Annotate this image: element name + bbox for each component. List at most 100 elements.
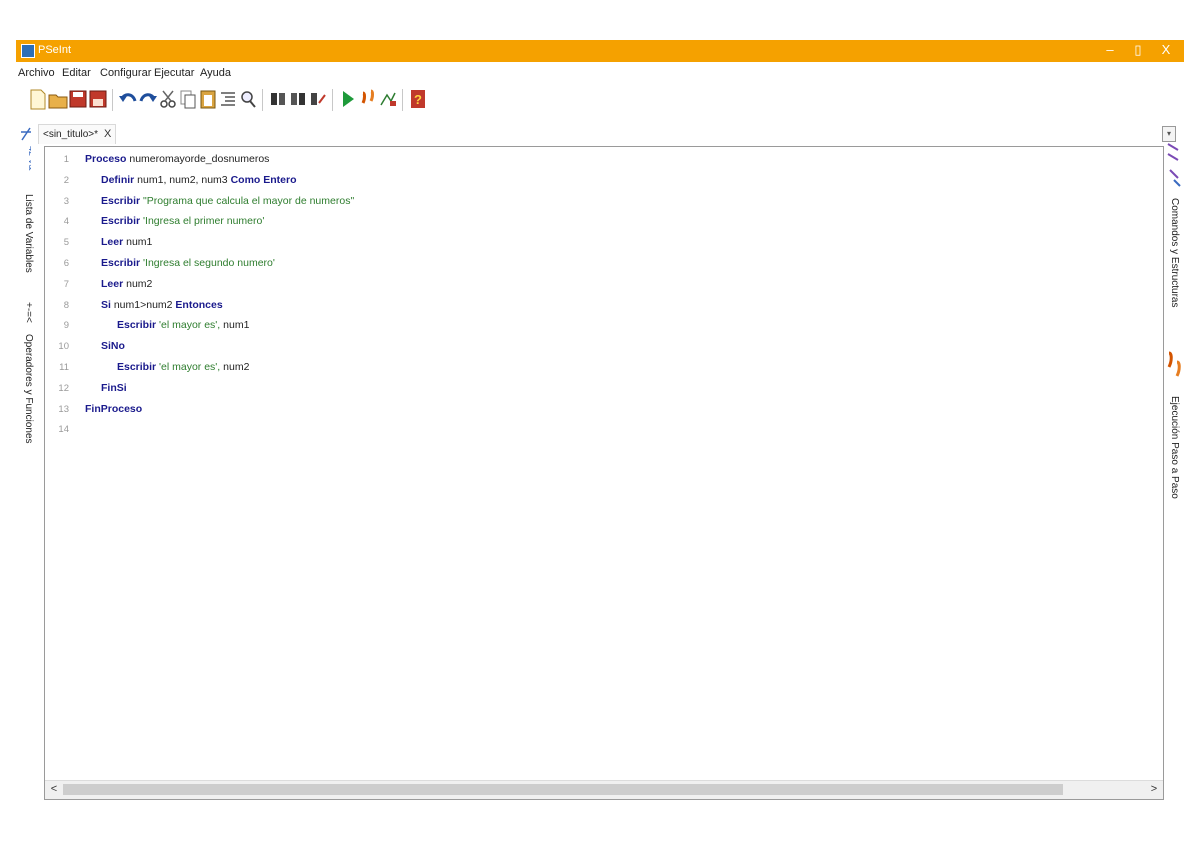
menu-ayuda[interactable]: Ayuda — [200, 67, 231, 79]
save-icon[interactable] — [68, 87, 88, 111]
copy-icon[interactable] — [178, 87, 198, 111]
maximize-button[interactable]: ▯ — [1126, 42, 1150, 58]
tab-operadores-y-funciones[interactable]: Operadores y Funciones — [23, 334, 34, 444]
paste-icon[interactable] — [198, 87, 218, 111]
replace-icon[interactable] — [308, 87, 328, 111]
save-as-icon[interactable] — [88, 87, 108, 111]
title-bar: PSeInt – ▯ X — [16, 40, 1184, 62]
identifier-token: num1>num2 — [110, 298, 176, 311]
code-line[interactable]: 8 Si num1>num2 Entonces — [45, 295, 1145, 315]
menu-ejecutar[interactable]: Ejecutar — [154, 67, 194, 79]
redo-icon[interactable] — [138, 87, 158, 111]
string-token: 'el mayor es', — [156, 319, 224, 332]
code-text: Escribir 'Ingresa el segundo numero' — [101, 257, 275, 269]
menu-archivo[interactable]: Archivo — [18, 67, 55, 79]
draw-flowchart-icon[interactable] — [378, 87, 398, 111]
code-line[interactable]: 5 Leer num1 — [45, 232, 1145, 252]
code-editor[interactable]: 1 Proceso numeromayorde_dosnumeros 2 Defini… — [44, 146, 1164, 800]
code-line[interactable]: 2 Definir num1, num2, num3 Como Entero — [45, 170, 1145, 190]
code-text: Leer num2 — [101, 278, 152, 290]
code-text: SiNo — [101, 340, 125, 352]
tab-sin-titulo[interactable]: <sin_titulo>* X — [38, 124, 117, 144]
code-text: Leer num1 — [101, 236, 152, 248]
tab-label: <sin_titulo>* — [43, 129, 99, 140]
find-icon[interactable] — [238, 87, 258, 111]
code-text: FinSi — [101, 382, 127, 394]
keyword-token: Escribir — [101, 215, 141, 228]
code-text: FinProceso — [85, 403, 142, 415]
toolbar-separator — [262, 89, 263, 111]
keyword-token: Escribir — [117, 319, 157, 332]
identifier-token: numeromayorde_dosnumeros — [126, 153, 270, 165]
code-text: Escribir 'el mayor es', num1 — [117, 319, 249, 331]
code-line[interactable]: 9 Escribir 'el mayor es', num1 — [45, 315, 1145, 335]
cut-icon[interactable] — [158, 87, 178, 111]
menu-configurar[interactable]: Configurar — [100, 67, 151, 79]
code-line[interactable]: 4 Escribir 'Ingresa el primer numero' — [45, 211, 1145, 231]
keyword-token: Definir — [101, 173, 135, 186]
identifier-token: num2 — [223, 361, 250, 373]
close-button[interactable]: X — [1154, 42, 1178, 57]
code-line[interactable]: 6 Escribir 'Ingresa el segundo numero' — [45, 253, 1145, 273]
code-line[interactable]: 14 — [45, 419, 1145, 439]
tab-row: <sin_titulo>* X ▾ — [16, 124, 1184, 146]
line-number: 2 — [63, 174, 69, 186]
code-text: Escribir "Programa que calcula el mayor … — [101, 195, 354, 207]
left-side-panel: 42 V& Lista de Variables +-=< Operadores… — [16, 124, 38, 524]
keyword-token: Como Entero — [230, 173, 297, 186]
line-number: 6 — [63, 258, 69, 269]
open-folder-icon[interactable] — [48, 87, 68, 111]
code-line[interactable]: 7 Leer num2 — [45, 274, 1145, 294]
code-line[interactable]: 1 Proceso numeromayorde_dosnumeros — [45, 149, 1145, 169]
tab-ejecucion-paso-a-paso[interactable]: Ejecución Paso a Paso — [1169, 396, 1180, 499]
horizontal-scrollbar[interactable]: < > — [45, 780, 1163, 799]
search-prev-icon[interactable] — [268, 87, 288, 111]
toolbar-separator — [112, 89, 113, 111]
tab-close-button[interactable]: X — [104, 128, 111, 140]
keyword-token: FinSi — [101, 381, 127, 394]
app-icon — [21, 44, 35, 58]
keyword-token: Entonces — [175, 298, 223, 311]
scroll-left-button[interactable]: < — [47, 783, 61, 795]
minimize-button[interactable]: – — [1098, 42, 1122, 57]
identifier-token: num1 — [123, 236, 153, 249]
scroll-right-button[interactable]: > — [1147, 783, 1161, 795]
keyword-token: Si — [101, 298, 111, 311]
code-line[interactable]: 11 Escribir 'el mayor es', num2 — [45, 357, 1145, 377]
svg-text:?: ? — [414, 92, 422, 107]
pseint-window: PSeInt – ▯ X Archivo Editar Configurar E… — [16, 40, 1184, 800]
help-icon[interactable]: ? — [408, 87, 428, 111]
line-number: 12 — [58, 382, 69, 394]
scrollbar-thumb[interactable] — [63, 784, 1063, 795]
operators-icon: +-=< — [23, 302, 34, 323]
keyword-token: Escribir — [117, 361, 157, 373]
tab-comandos-y-estructuras[interactable]: Comandos y Estructuras — [1169, 198, 1180, 308]
indent-icon[interactable] — [218, 87, 238, 111]
search-next-icon[interactable] — [288, 87, 308, 111]
code-line[interactable]: 12 FinSi — [45, 378, 1145, 398]
line-number: 1 — [63, 154, 69, 165]
keyword-token: Leer — [101, 236, 124, 249]
code-text: Definir num1, num2, num3 Como Entero — [101, 174, 297, 186]
step-by-step-icon — [1167, 351, 1181, 377]
new-file-icon[interactable] — [28, 87, 48, 111]
undo-icon[interactable] — [118, 87, 138, 111]
variables-icon — [21, 127, 31, 141]
string-token: "Programa que calcula el mayor de numero… — [140, 194, 355, 207]
identifier-token: num2 — [123, 277, 153, 290]
line-number: 13 — [58, 403, 69, 415]
right-side-panel: Comandos y Estructuras Ejecución Paso a … — [1162, 140, 1184, 580]
code-text: Si num1>num2 Entonces — [101, 299, 223, 311]
run-icon[interactable] — [338, 87, 358, 111]
code-line[interactable]: 10 SiNo — [45, 336, 1145, 356]
toolbar-separator — [332, 89, 333, 111]
code-line[interactable]: 13 FinProceso — [45, 399, 1145, 419]
code-line[interactable]: 3 Escribir "Programa que calcula el mayor… — [45, 191, 1145, 211]
svg-text:42 V&: 42 V& — [27, 146, 31, 171]
keyword-token: SiNo — [101, 340, 125, 353]
line-number: 10 — [58, 341, 69, 353]
step-icon[interactable] — [358, 87, 378, 111]
menu-editar[interactable]: Editar — [62, 67, 91, 79]
tab-lista-de-variables[interactable]: Lista de Variables — [23, 194, 34, 273]
code-text: Escribir 'el mayor es', num2 — [117, 361, 249, 373]
